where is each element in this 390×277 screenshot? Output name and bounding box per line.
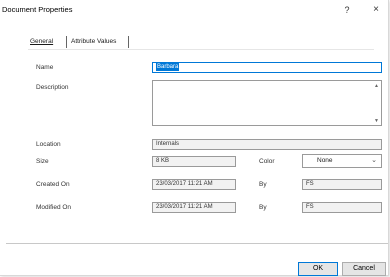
description-textarea[interactable]: ▲ ▼ [152,80,382,126]
tab-underline [28,49,374,50]
tab-general[interactable]: General [28,35,68,48]
modified-by-field: FS [302,202,382,213]
name-input-value: Barbara [156,63,180,71]
color-label: Color [259,158,275,165]
footer-divider [6,243,388,244]
color-select-value: None [317,157,333,164]
tab-attribute-values[interactable]: Attribute Values [69,35,129,48]
document-properties-dialog: Document Properties ? × General Attribut… [0,0,389,276]
chevron-down-icon: ⌄ [371,157,377,164]
scroll-up-icon[interactable]: ▲ [374,83,379,89]
color-select[interactable]: None ⌄ [302,154,382,168]
size-field: 8 KB [152,156,236,167]
size-label: Size [36,158,49,165]
scroll-down-icon[interactable]: ▼ [374,118,379,124]
location-field: Internals [152,139,382,150]
window-title: Document Properties [2,5,73,14]
modified-on-label: Modified On [36,204,72,211]
tab-divider [66,36,67,48]
created-on-label: Created On [36,181,70,188]
tab-general-label: General [30,38,54,45]
close-button[interactable]: × [370,4,382,16]
location-label: Location [36,141,61,148]
tab-divider [128,36,129,48]
modified-by-label: By [259,204,267,211]
tab-attribute-values-label: Attribute Values [71,38,117,45]
description-label: Description [36,84,69,91]
modified-on-field: 23/03/2017 11:21 AM [152,202,236,213]
name-label: Name [36,64,54,71]
created-by-field: FS [302,179,382,190]
title-bar: Document Properties ? × [0,0,388,18]
created-by-label: By [259,181,267,188]
ok-button[interactable]: OK [298,262,338,276]
created-on-field: 23/03/2017 11:21 AM [152,179,236,190]
help-button[interactable]: ? [341,4,353,16]
name-input[interactable]: Barbara [152,62,382,73]
cancel-button[interactable]: Cancel [342,262,386,276]
